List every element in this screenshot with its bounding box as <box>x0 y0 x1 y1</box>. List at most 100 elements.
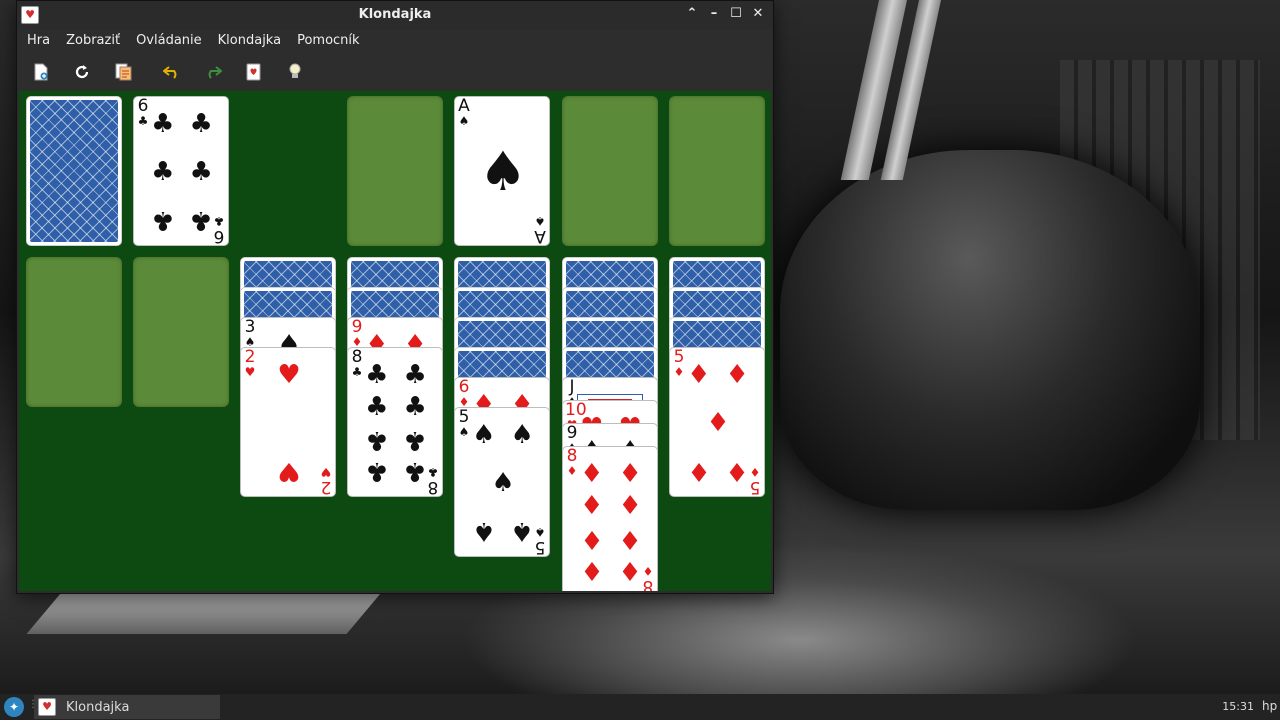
title-bar[interactable]: ♥ Klondajka ⌃ – ☐ ✕ <box>17 1 773 29</box>
card-rank: 6 <box>213 226 225 246</box>
suit-icon: ♣ <box>137 114 149 128</box>
close-icon[interactable]: ✕ <box>749 5 767 23</box>
menu-ovladanie[interactable]: Ovládanie <box>128 29 210 53</box>
card-corner-index: A ♠ <box>457 96 471 128</box>
card-rank: J <box>569 377 575 397</box>
taskbar: ✦ ⋮ ♥ Klondajka 15:31 hp <box>0 694 1280 720</box>
suit-icon: ♦ <box>566 464 578 478</box>
app-icon: ♥ <box>38 698 56 716</box>
card-corner-index: 2 ♥ <box>243 349 257 379</box>
card-5-of-diamonds[interactable]: 5 ♦ 5 ♦ ♦ ♦ ♦ ♦ ♦ <box>669 347 765 497</box>
suit-icon: ♦ <box>642 564 654 578</box>
foundation-slot-4[interactable] <box>669 96 765 246</box>
stock-pile[interactable] <box>26 96 122 246</box>
minimize-icon[interactable]: – <box>705 5 723 23</box>
chevron-up-icon[interactable]: ⌃ <box>683 5 701 23</box>
card-rank: A <box>458 96 470 116</box>
suit-icon: ♣ <box>403 424 427 455</box>
suit-icon: ♦ <box>618 490 642 521</box>
deal-cards-icon[interactable] <box>113 62 133 82</box>
suit-icon: ♦ <box>618 523 642 554</box>
suit-icon: ♣ <box>351 365 363 379</box>
card-corner-index: 6 ♣ <box>212 214 226 246</box>
suit-icon: ♣ <box>365 360 389 390</box>
suit-icon: ♥ <box>244 365 256 379</box>
suit-icon: ♠ <box>534 214 546 228</box>
start-menu-button[interactable]: ✦ <box>4 697 24 717</box>
suit-icon: ♦ <box>725 360 749 390</box>
menu-bar: Hra Zobraziť Ovládanie Klondajka Pomocní… <box>17 29 773 53</box>
suit-icon: ♠ <box>472 516 496 546</box>
card-5-of-spades[interactable]: 5 ♠ 5 ♠ ♠ ♠ ♠ ♠ ♠ <box>454 407 550 557</box>
menu-hra[interactable]: Hra <box>19 29 58 53</box>
suit-icon: ♣ <box>213 214 225 228</box>
suit-icon: ♠ <box>478 140 528 203</box>
window-title: Klondajka <box>358 7 432 22</box>
suit-icon: ♠ <box>458 425 470 439</box>
solitaire-window: ♥ Klondajka ⌃ – ☐ ✕ Hra Zobraziť Ovládan… <box>16 0 774 594</box>
card-corner-index: 5 ♦ <box>672 347 686 379</box>
select-game-icon[interactable] <box>244 62 264 82</box>
suit-icon: ♠ <box>534 525 546 539</box>
suit-icon: ♦ <box>725 456 749 486</box>
card-2-of-hearts[interactable]: 2 ♥ 2 ♥ ♥ ♥ <box>240 347 336 497</box>
card-corner-index: 8 ♣ <box>350 349 364 379</box>
suit-icon: ♥ <box>320 465 332 479</box>
card-corner-index: 8 ♦ <box>641 564 655 591</box>
toolbar <box>17 53 773 91</box>
card-rank: 6 <box>458 377 470 397</box>
suit-icon: ♣ <box>403 456 427 486</box>
suit-icon: ♣ <box>365 424 389 455</box>
card-a-of-spades[interactable]: A ♠ A ♠ ♠ <box>454 96 550 246</box>
suit-icon: ♠ <box>510 516 534 546</box>
card-8-of-diamonds[interactable]: 8 ♦ 8 ♦ ♦ ♦ ♦ ♦ ♦ ♦ ♦ ♦ <box>562 446 658 591</box>
suit-icon: ♠ <box>510 420 534 450</box>
suit-icon: ♦ <box>687 456 711 486</box>
card-corner-index: 5 ♠ <box>533 525 547 556</box>
card-corner-index: 6 ♣ <box>136 96 150 128</box>
menu-klondajka[interactable]: Klondajka <box>210 29 289 53</box>
suit-icon: ♠ <box>458 114 470 128</box>
card-corner-index: 5 ♦ <box>748 465 762 497</box>
suit-icon: ♦ <box>580 490 604 521</box>
redo-icon[interactable] <box>203 62 223 82</box>
suit-icon: ♦ <box>580 555 604 585</box>
card-rank: 3 <box>244 317 256 337</box>
card-rank: 5 <box>749 477 761 497</box>
suit-icon: ♦ <box>706 408 730 438</box>
suit-icon: ♦ <box>749 465 761 479</box>
card-corner-index: 8 ♣ <box>426 465 440 496</box>
card-6-of-clubs[interactable]: 6 ♣ 6 ♣ ♣ ♣ ♣ ♣ ♣ ♣ <box>133 96 229 246</box>
suit-icon: ♦ <box>687 360 711 390</box>
user-label[interactable]: hp <box>1262 699 1280 713</box>
taskbar-app-klondajka[interactable]: ♥ Klondajka <box>34 695 220 719</box>
card-rank: 5 <box>673 347 685 367</box>
maximize-icon[interactable]: ☐ <box>727 5 745 23</box>
menu-pomocnik[interactable]: Pomocník <box>289 29 367 53</box>
foundation-slot-1[interactable] <box>347 96 443 246</box>
tableau-slot-2[interactable] <box>133 257 229 407</box>
card-8-of-clubs[interactable]: 8 ♣ 8 ♣ ♣ ♣ ♣ ♣ ♣ ♣ ♣ ♣ <box>347 347 443 497</box>
suit-icon: ♠ <box>472 420 496 450</box>
suit-icon: ♣ <box>151 157 175 187</box>
card-rank: 6 <box>137 96 149 116</box>
suit-icon: ♣ <box>189 157 213 187</box>
suit-icon: ♣ <box>365 391 389 422</box>
card-rank: 5 <box>458 407 470 427</box>
tableau-slot-1[interactable] <box>26 257 122 407</box>
menu-zobrazit[interactable]: Zobraziť <box>58 29 128 53</box>
suit-icon: ♣ <box>189 205 213 235</box>
card-corner-index: A ♠ <box>533 214 547 245</box>
card-corner-index: 2 ♥ <box>319 465 333 496</box>
undo-icon[interactable] <box>162 62 182 82</box>
suit-icon: ♣ <box>365 456 389 486</box>
restart-icon[interactable] <box>72 62 92 82</box>
hint-icon[interactable] <box>285 62 305 82</box>
card-corner-index: 9♦ <box>350 319 364 349</box>
foundation-slot-3[interactable] <box>562 96 658 246</box>
suit-icon: ♦ <box>618 555 642 585</box>
suit-icon: ♦ <box>580 459 604 489</box>
wallpaper-samurai-helmet <box>780 150 1200 510</box>
new-game-icon[interactable] <box>31 62 51 82</box>
suit-icon: ♥ <box>277 456 301 486</box>
